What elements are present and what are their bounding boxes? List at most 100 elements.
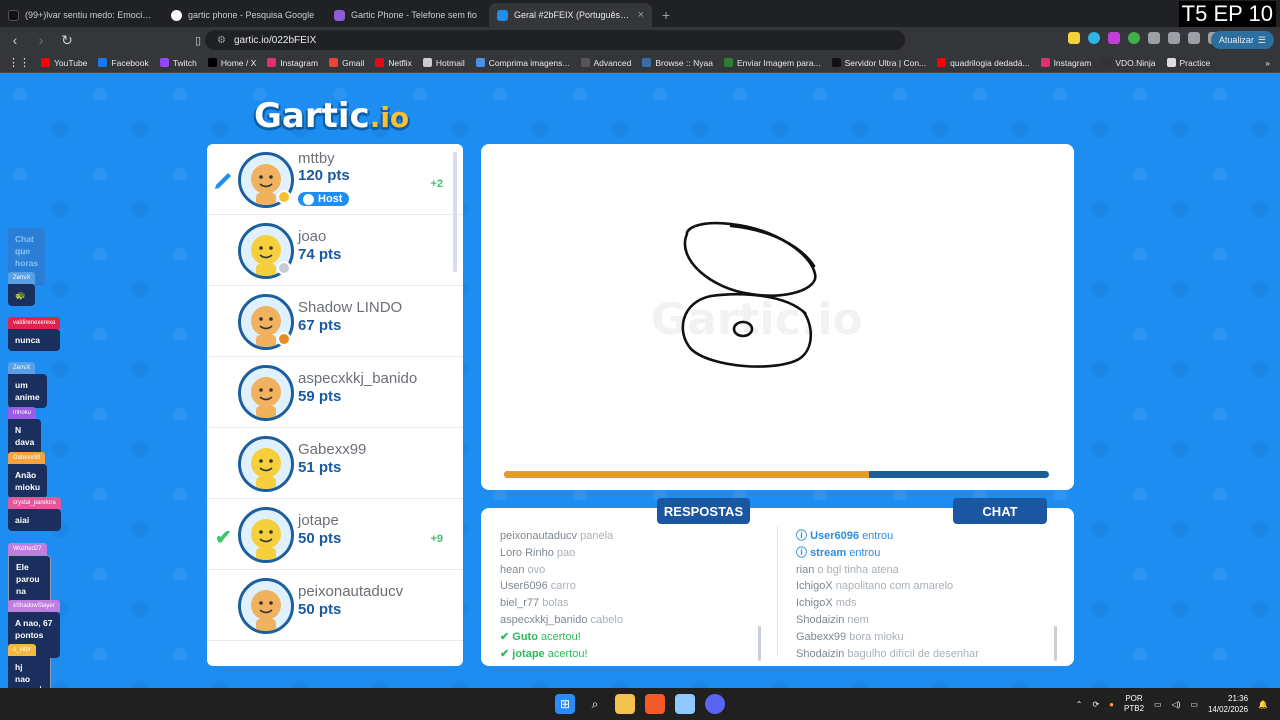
bookmark-item[interactable]: YouTube <box>41 58 87 68</box>
stream-chat-username: ZenvX <box>8 362 36 374</box>
address-bar[interactable]: ⚙ gartic.io/022bFEIX <box>205 30 905 50</box>
bookmark-item[interactable]: Browse :: Nyaa <box>642 58 713 68</box>
bookmark-item[interactable]: VDO.Ninja <box>1102 58 1156 68</box>
puzzle-icon[interactable] <box>1148 32 1160 44</box>
update-button[interactable]: Atualizar ☰ <box>1210 31 1274 49</box>
battery-icon[interactable]: ▭ <box>1190 700 1198 709</box>
answers-scrollbar[interactable] <box>758 626 761 661</box>
chevron-up-icon[interactable]: ⌃ <box>1076 700 1083 709</box>
browser-tab[interactable]: gartic phone - Pesquisa Google <box>163 3 326 27</box>
bookmark-favicon-icon <box>1040 58 1050 67</box>
app-icon[interactable] <box>675 694 695 714</box>
brave-browser-icon[interactable] <box>645 694 665 714</box>
player-row[interactable]: peixonautaducv 50 pts <box>207 570 463 641</box>
extensions <box>1068 32 1220 44</box>
chat-text: mds <box>835 597 857 610</box>
browser-tab[interactable]: Gartic Phone - Telefone sem fio <box>326 3 489 27</box>
player-row[interactable]: Gabexx99 51 pts <box>207 428 463 499</box>
player-row[interactable]: Shadow LINDO 67 pts <box>207 286 463 357</box>
download-icon[interactable] <box>1168 32 1180 44</box>
bookmark-item[interactable]: Home / X <box>207 58 256 68</box>
volume-icon[interactable]: ◁) <box>1172 700 1181 709</box>
forward-icon[interactable]: › <box>30 32 52 48</box>
player-points: 67 pts <box>298 317 342 334</box>
extension-icon[interactable] <box>1128 32 1140 44</box>
player-name: peixonautaducv <box>298 583 404 600</box>
bookmark-item[interactable]: Servidor Ultra | Con... <box>831 58 926 68</box>
player-row[interactable]: mttby 120 pts +2 Host <box>207 144 463 215</box>
bookmark-item[interactable]: Instagram <box>267 58 318 68</box>
media-icon[interactable] <box>1188 32 1200 44</box>
bookmark-item[interactable]: Instagram <box>1040 58 1091 68</box>
bookmark-item[interactable]: Gmail <box>329 58 364 68</box>
back-icon[interactable]: ‹ <box>4 32 26 48</box>
bookmark-item[interactable]: Advanced <box>580 58 631 68</box>
notification-icon[interactable]: 🔔 <box>1258 700 1268 709</box>
answer-user: biel_r77 <box>500 597 540 610</box>
gartic-icon <box>497 9 508 21</box>
bookmark-item[interactable]: Hotmail <box>422 58 465 68</box>
sync-icon[interactable]: ⟳ <box>1092 700 1099 709</box>
stream-chat-message: crystal_pandora aiai <box>8 491 61 531</box>
bookmark-label: quadrilogia dedadá... <box>950 57 1030 68</box>
player-points: 51 pts <box>298 459 342 476</box>
menu-icon: ☰ <box>1257 34 1266 45</box>
lang-bottom: PTB2 <box>1124 704 1145 713</box>
bookmark-favicon-icon <box>1166 58 1176 67</box>
player-avatar <box>238 578 294 634</box>
extension-icon[interactable] <box>1088 32 1100 44</box>
language-indicator[interactable]: POR PTB2 <box>1124 694 1144 714</box>
browser-tab-active[interactable]: Geral #2bFEIX (Português) - Gartic × <box>489 3 652 27</box>
search-icon[interactable]: ⌕ <box>585 694 605 714</box>
site-info-icon[interactable]: ⚙ <box>217 35 226 46</box>
chat-user: rian <box>796 563 815 576</box>
network-icon[interactable]: ▭ <box>1154 700 1162 709</box>
drawing-canvas <box>681 221 817 368</box>
bookmark-favicon-icon <box>642 58 652 67</box>
reload-icon[interactable]: ↻ <box>56 32 78 49</box>
browser-tab[interactable]: (99+)lvar sentiu medo: Emocionante <box>0 3 163 27</box>
bookmark-label: Facebook <box>111 57 149 68</box>
extension-icon[interactable] <box>1068 32 1080 44</box>
chat-scrollbar[interactable] <box>1054 626 1057 661</box>
round-timer-fill <box>504 471 870 478</box>
bookmark-item[interactable]: Twitch <box>159 58 197 68</box>
mic-icon[interactable]: ● <box>1109 700 1114 709</box>
bookmark-item[interactable]: Facebook <box>98 57 149 68</box>
bookmark-item[interactable]: Enviar Imagem para... <box>723 58 821 68</box>
bookmark-favicon-icon <box>375 58 385 67</box>
bookmark-item[interactable]: Netflix <box>375 58 412 68</box>
bookmark-item[interactable]: Practice <box>1166 58 1210 68</box>
discord-icon[interactable] <box>705 694 725 714</box>
bookmark-item[interactable]: quadrilogia dedadá... <box>937 57 1030 68</box>
tab-respostas[interactable]: RESPOSTAS <box>657 498 750 524</box>
update-label: Atualizar <box>1218 35 1254 45</box>
player-row[interactable]: ✔ jotape 50 pts +9 <box>207 499 463 570</box>
close-tab-icon[interactable]: × <box>638 9 644 21</box>
chat-user: stream <box>810 546 847 559</box>
apps-icon[interactable]: ⋮⋮ <box>8 56 30 69</box>
tab-chat[interactable]: CHAT <box>953 498 1047 524</box>
check-icon: ✔ <box>500 647 510 660</box>
chat-user: IchigoX <box>796 580 833 593</box>
status-dot <box>277 261 291 275</box>
windows-start-icon[interactable]: ⊞ <box>555 694 575 714</box>
player-row[interactable]: aspecxkkj_banido 59 pts <box>207 357 463 428</box>
info-icon: ⓘ <box>796 530 807 542</box>
file-explorer-icon[interactable] <box>615 694 635 714</box>
stream-chat-username: xShadowSlayer <box>8 600 60 612</box>
more-bookmarks-icon[interactable]: » <box>1265 58 1280 68</box>
bookmark-item[interactable]: Comprima imagens... <box>475 58 570 68</box>
bookmarks-bar: ⋮⋮ YouTube Facebook Twitch Home / X Instagra… <box>0 53 1280 73</box>
players-scrollbar[interactable] <box>453 152 457 272</box>
extension-icon[interactable] <box>1108 32 1120 44</box>
player-row[interactable]: joao 74 pts <box>207 215 463 286</box>
stream-chat-username: mhoku <box>8 407 37 419</box>
clock[interactable]: 21:36 14/02/2026 <box>1208 693 1248 715</box>
tab-title: Geral #2bFEIX (Português) - Gartic <box>514 10 632 20</box>
new-tab-button[interactable]: + <box>652 7 680 27</box>
answer-text: bolas <box>542 597 569 610</box>
player-points: 74 pts <box>298 246 342 263</box>
chat-text: bagulho difícil de desenhar <box>847 647 979 660</box>
drawing-board[interactable]: Gartic.io <box>481 144 1074 490</box>
